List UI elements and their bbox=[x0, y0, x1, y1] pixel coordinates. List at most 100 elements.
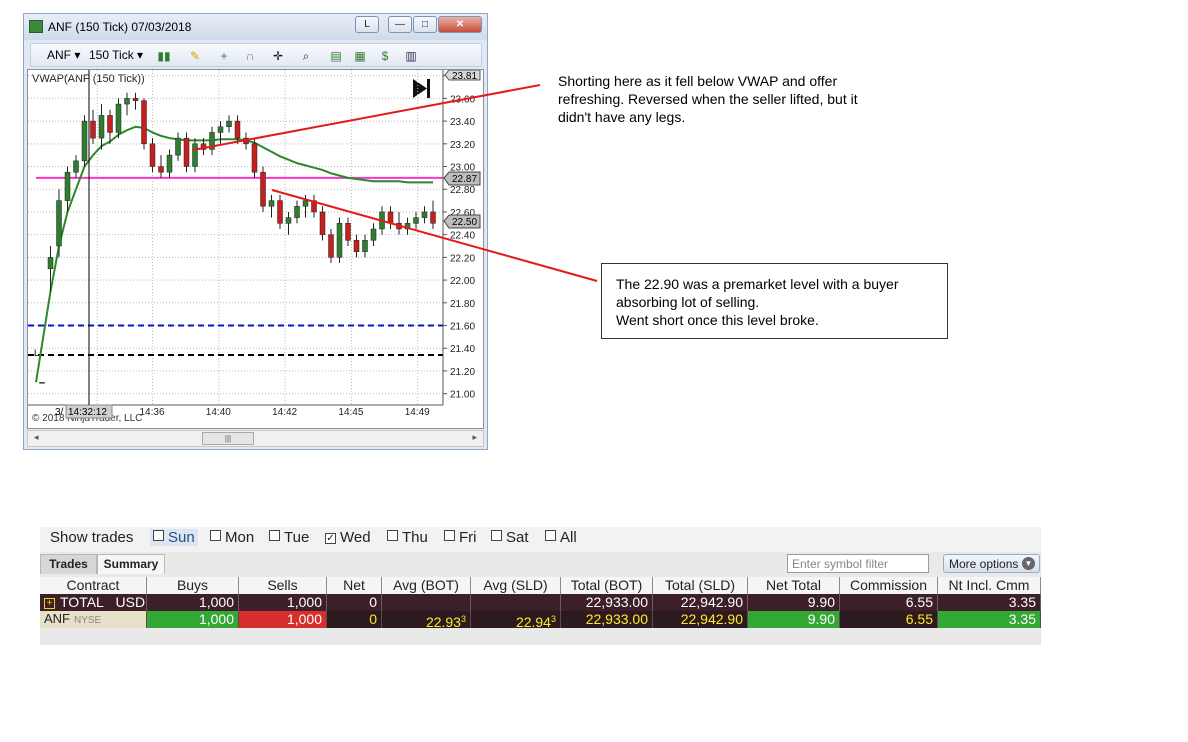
pencil-icon[interactable]: ✎ bbox=[188, 49, 202, 63]
candle-body-up bbox=[39, 382, 45, 384]
properties-icon[interactable]: ▥ bbox=[404, 49, 418, 63]
col-header[interactable]: Net Total bbox=[748, 577, 840, 594]
candle-body-down bbox=[183, 137, 190, 167]
hidden-level-marker: L bbox=[34, 348, 39, 358]
title-bar[interactable]: ANF (150 Tick) 07/03/2018 L — □ ✕ bbox=[24, 14, 487, 40]
chart-app-icon bbox=[29, 20, 43, 33]
col-header[interactable]: Contract bbox=[40, 577, 147, 594]
candle-body-up bbox=[404, 223, 411, 230]
annotation-note-vwap: Shorting here as it fell below VWAP and … bbox=[558, 72, 918, 126]
candle-body-down bbox=[149, 143, 156, 167]
col-header[interactable]: Sells bbox=[239, 577, 327, 594]
candle bbox=[260, 166, 266, 212]
candle bbox=[302, 194, 309, 218]
x-tick-label: 14:40 bbox=[206, 407, 231, 418]
table-row-anf[interactable]: ANF NYSE 1,000 1,000 0 22.933 22.943 22,9… bbox=[40, 611, 1041, 628]
candle bbox=[175, 132, 181, 161]
interval-selector[interactable]: 150 Tick ▾ bbox=[89, 48, 143, 62]
candle-body-up bbox=[115, 103, 122, 133]
sells-cell: 1,000 bbox=[239, 611, 327, 628]
col-header[interactable]: Avg (BOT) bbox=[382, 577, 471, 594]
day-checkbox-all[interactable]: All bbox=[545, 529, 577, 546]
scroll-thumb[interactable]: ||| bbox=[202, 432, 254, 445]
candlestick-style-icon[interactable]: ▮▮ bbox=[157, 49, 171, 63]
candle-body-down bbox=[311, 200, 317, 213]
candle-body-up bbox=[285, 217, 292, 224]
checkbox-icon[interactable] bbox=[545, 530, 556, 541]
money-icon[interactable]: $ bbox=[378, 49, 392, 63]
col-header[interactable]: Total (BOT) bbox=[561, 577, 653, 594]
chart-toolbar: ANF ▾ 150 Tick ▾ ▮▮ ✎ + ∩ ✛ ⌕ ▤ ▦ $ ▥ bbox=[30, 43, 482, 67]
col-header[interactable]: Net bbox=[327, 577, 382, 594]
more-options-button[interactable]: More options ▼ bbox=[943, 554, 1040, 573]
checkbox-icon[interactable] bbox=[491, 530, 502, 541]
strategy-icon[interactable]: ▤ bbox=[329, 49, 343, 63]
day-checkbox-sat[interactable]: Sat bbox=[491, 529, 529, 546]
candle-body-down bbox=[345, 223, 351, 241]
col-header[interactable]: Buys bbox=[147, 577, 239, 594]
zoom-icon[interactable]: ⌕ bbox=[299, 49, 313, 63]
y-tick-label: 22.40 bbox=[450, 231, 475, 242]
maximize-button[interactable]: □ bbox=[413, 16, 437, 33]
day-checkbox-sun[interactable]: Sun bbox=[150, 529, 198, 546]
play-end-icon[interactable] bbox=[413, 79, 430, 98]
minimize-button[interactable]: — bbox=[388, 16, 412, 33]
scroll-left-icon[interactable]: ◂ bbox=[34, 432, 39, 443]
col-header[interactable]: Avg (SLD) bbox=[471, 577, 561, 594]
checkbox-icon[interactable] bbox=[444, 530, 455, 541]
checkbox-icon[interactable] bbox=[153, 530, 164, 541]
sells-cell: 1,000 bbox=[239, 594, 327, 611]
avg-sld-value: 22.94 bbox=[515, 614, 551, 628]
col-header[interactable]: Nt Incl. Cmm bbox=[938, 577, 1041, 594]
total-currency: USD bbox=[115, 594, 146, 610]
candle bbox=[336, 217, 343, 264]
candle bbox=[209, 126, 215, 156]
total-bot-cell: 22,933.00 bbox=[561, 611, 653, 628]
chart-style-icon[interactable]: ▦ bbox=[353, 49, 367, 63]
day-checkbox-tue[interactable]: Tue bbox=[269, 529, 309, 546]
first-date-label: 3/ bbox=[55, 407, 64, 418]
candle-body-down bbox=[328, 234, 334, 258]
avg-bot-value: 22.93 bbox=[425, 614, 461, 628]
checkbox-icon[interactable] bbox=[210, 530, 221, 541]
candle-body-down bbox=[260, 171, 266, 207]
candle bbox=[396, 211, 402, 235]
col-header[interactable]: Total (SLD) bbox=[653, 577, 748, 594]
close-button[interactable]: ✕ bbox=[438, 16, 482, 33]
scroll-right-icon[interactable]: ▸ bbox=[472, 432, 477, 443]
crosshair-icon[interactable]: ✛ bbox=[271, 49, 285, 63]
tab-summary[interactable]: Summary bbox=[97, 554, 165, 574]
magnet-icon[interactable]: ∩ bbox=[243, 49, 257, 63]
checkbox-icon[interactable] bbox=[269, 530, 280, 541]
day-label: Sat bbox=[506, 529, 529, 546]
commission-cell: 6.55 bbox=[840, 594, 938, 611]
table-row-total[interactable]: + TOTAL USD 1,000 1,000 0 22,933.00 22,94… bbox=[40, 594, 1041, 611]
day-checkbox-mon[interactable]: Mon bbox=[210, 529, 254, 546]
tab-trades[interactable]: Trades bbox=[40, 554, 97, 574]
link-button[interactable]: L bbox=[355, 16, 379, 33]
candle bbox=[285, 211, 292, 235]
symbol-filter-input[interactable]: Enter symbol filter bbox=[787, 554, 929, 573]
candle bbox=[124, 92, 130, 116]
chart-scrollbar[interactable]: ◂ ||| ▸ bbox=[27, 430, 484, 447]
candle bbox=[319, 206, 326, 241]
badge-22-50-text: 22.50 bbox=[452, 217, 477, 228]
buys-cell: 1,000 bbox=[147, 611, 239, 628]
candle bbox=[379, 206, 385, 235]
candle bbox=[158, 155, 164, 178]
candle bbox=[81, 115, 88, 167]
checkbox-checked-icon[interactable]: ✓ bbox=[325, 533, 336, 544]
day-checkbox-wed[interactable]: ✓ Wed bbox=[325, 529, 371, 546]
day-checkbox-thu[interactable]: Thu bbox=[387, 529, 428, 546]
add-indicator-icon[interactable]: + bbox=[217, 49, 231, 63]
expand-icon[interactable]: + bbox=[44, 598, 55, 609]
instrument-selector[interactable]: ANF ▾ bbox=[47, 48, 80, 62]
checkbox-icon[interactable] bbox=[387, 530, 398, 541]
day-checkbox-fri[interactable]: Fri bbox=[444, 529, 477, 546]
badge-22-87-text: 22.87 bbox=[452, 174, 477, 185]
chart-plot-area[interactable]: VWAP(ANF (150 Tick)) © 2018 NinjaTrader,… bbox=[27, 69, 484, 429]
chevron-down-icon: ▼ bbox=[1022, 557, 1035, 570]
contract-cell: + TOTAL USD bbox=[40, 594, 147, 611]
more-options-label: More options bbox=[949, 557, 1019, 571]
col-header[interactable]: Commission bbox=[840, 577, 938, 594]
